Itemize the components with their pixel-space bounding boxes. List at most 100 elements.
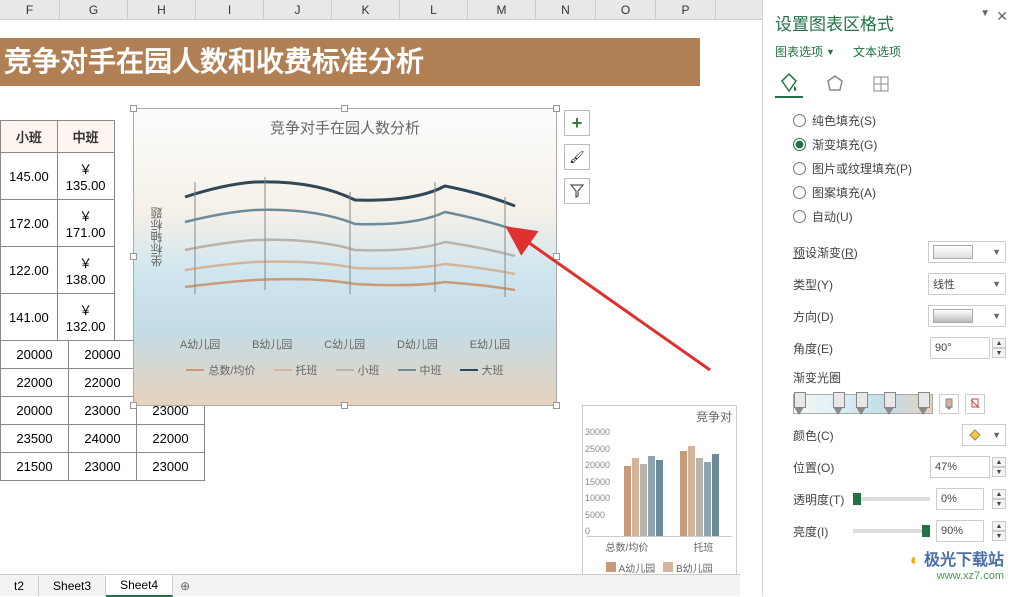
col-j[interactable]: J — [264, 0, 332, 19]
bright-down[interactable]: ▼ — [992, 531, 1006, 541]
cell[interactable]: 23000 — [69, 397, 137, 425]
gradient-stop[interactable] — [856, 392, 866, 418]
sheet-tab[interactable]: t2 — [0, 576, 39, 596]
cell[interactable]: 20000 — [69, 341, 137, 369]
legend-item: 小班 — [336, 362, 380, 378]
sheet-tab-bar: t2 Sheet3 Sheet4 ⊕ — [0, 574, 740, 596]
angle-up[interactable]: ▲ — [992, 338, 1006, 348]
tab-chart-options[interactable]: 图表选项 ▼ — [775, 43, 835, 60]
radio-gradient-fill[interactable]: 渐变填充(G) — [793, 136, 1006, 153]
resize-handle[interactable] — [130, 105, 137, 112]
col-k[interactable]: K — [332, 0, 400, 19]
preset-gradient-combo[interactable]: ▼ — [928, 241, 1006, 263]
cell[interactable]: 145.00 — [1, 153, 58, 200]
fill-line-icon[interactable] — [775, 70, 803, 98]
color-picker[interactable]: ▼ — [962, 424, 1006, 446]
angle-input[interactable]: 90° — [930, 337, 990, 359]
pos-down[interactable]: ▼ — [992, 467, 1006, 477]
gradient-type-combo[interactable]: 线性▼ — [928, 273, 1006, 295]
cell[interactable]: 22000 — [1, 369, 69, 397]
cell[interactable]: 21500 — [1, 453, 69, 481]
col-o[interactable]: O — [596, 0, 656, 19]
cell[interactable]: ￥ 171.00 — [57, 200, 114, 247]
transparency-input[interactable]: 0% — [936, 488, 984, 510]
resize-handle[interactable] — [341, 402, 348, 409]
transparency-slider[interactable] — [853, 497, 930, 501]
resize-handle[interactable] — [553, 105, 560, 112]
chart-filter-button[interactable] — [564, 178, 590, 204]
gradient-stop[interactable] — [884, 392, 894, 418]
cell[interactable]: 24000 — [69, 425, 137, 453]
resize-handle[interactable] — [130, 253, 137, 260]
remove-stop-button[interactable] — [965, 394, 985, 414]
pos-up[interactable]: ▲ — [992, 457, 1006, 467]
brush-icon: 🖌 — [569, 150, 584, 164]
cell[interactable]: ￥ 132.00 — [57, 294, 114, 341]
paint-bucket-icon — [967, 428, 983, 442]
radio-pattern-fill[interactable]: 图案填充(A) — [793, 184, 1006, 201]
remove-stop-icon — [969, 398, 981, 410]
resize-handle[interactable] — [341, 105, 348, 112]
col-m[interactable]: M — [468, 0, 536, 19]
sheet-tab[interactable]: Sheet3 — [39, 576, 106, 596]
chart-title[interactable]: 竞争对手在园人数分析 — [134, 109, 556, 142]
chart-elements-button[interactable]: + — [564, 110, 590, 136]
y-axis-title[interactable]: 坐标轴标题 — [148, 207, 165, 267]
resize-handle[interactable] — [130, 402, 137, 409]
size-properties-icon[interactable] — [867, 70, 895, 98]
position-input[interactable]: 47% — [930, 456, 990, 478]
chart-legend[interactable]: 总数/均价 托班 小班 中班 大班 — [134, 362, 556, 378]
th-mid[interactable]: 中班 — [57, 121, 114, 153]
line-chart[interactable]: 竞争对手在园人数分析 坐标轴标题 A幼儿园 B幼儿园 C幼儿园 — [133, 108, 557, 406]
cell[interactable]: 22000 — [137, 425, 205, 453]
gradient-stops-bar[interactable] — [793, 394, 933, 414]
brightness-slider[interactable] — [853, 529, 930, 533]
angle-down[interactable]: ▼ — [992, 348, 1006, 358]
trans-down[interactable]: ▼ — [992, 499, 1006, 509]
resize-handle[interactable] — [553, 402, 560, 409]
radio-picture-fill[interactable]: 图片或纹理填充(P) — [793, 160, 1006, 177]
close-icon[interactable]: ✕ — [996, 8, 1008, 25]
resize-handle[interactable] — [553, 253, 560, 260]
th-small[interactable]: 小班 — [1, 121, 58, 153]
gradient-stop[interactable] — [794, 392, 804, 418]
trans-up[interactable]: ▲ — [992, 489, 1006, 499]
cell[interactable]: 20000 — [1, 341, 69, 369]
cell[interactable]: 122.00 — [1, 247, 58, 294]
bright-up[interactable]: ▲ — [992, 521, 1006, 531]
gradient-stop[interactable] — [918, 392, 928, 418]
panel-menu-icon[interactable]: ▼ — [980, 8, 990, 19]
chart-plot-area[interactable]: 坐标轴标题 — [154, 142, 536, 332]
cell[interactable]: 23000 — [137, 453, 205, 481]
col-h[interactable]: H — [128, 0, 196, 19]
col-n[interactable]: N — [536, 0, 596, 19]
cell[interactable]: ￥ 138.00 — [57, 247, 114, 294]
col-i[interactable]: I — [196, 0, 264, 19]
col-g[interactable]: G — [60, 0, 128, 19]
add-sheet-button[interactable]: ⊕ — [173, 579, 197, 593]
col-l[interactable]: L — [400, 0, 468, 19]
add-stop-button[interactable] — [939, 394, 959, 414]
effects-icon[interactable] — [821, 70, 849, 98]
radio-auto-fill[interactable]: 自动(U) — [793, 208, 1006, 225]
col-f[interactable]: F — [0, 0, 60, 19]
chart-styles-button[interactable]: 🖌 — [564, 144, 590, 170]
brightness-input[interactable]: 90% — [936, 520, 984, 542]
cell[interactable]: 23500 — [1, 425, 69, 453]
tab-text-options[interactable]: 文本选项 — [853, 43, 901, 60]
gradient-stop[interactable] — [833, 392, 843, 418]
cell[interactable]: 20000 — [1, 397, 69, 425]
gradient-direction-combo[interactable]: ▼ — [928, 305, 1006, 327]
cell[interactable]: 22000 — [69, 369, 137, 397]
col-p[interactable]: P — [656, 0, 716, 19]
x-cat: D幼儿园 — [397, 336, 438, 352]
mini-bar-chart[interactable]: 竞争对 300002500020000150001000050000 总数/均 — [582, 405, 737, 585]
sheet-tab-active[interactable]: Sheet4 — [106, 575, 173, 597]
spreadsheet-grid[interactable]: 竞争对手在园人数和收费标准分析 小班中班 145.00￥ 135.00 172.… — [0, 20, 740, 575]
cell[interactable]: ￥ 135.00 — [57, 153, 114, 200]
cell[interactable]: 172.00 — [1, 200, 58, 247]
cell[interactable]: 23000 — [69, 453, 137, 481]
cell[interactable]: 141.00 — [1, 294, 58, 341]
radio-solid-fill[interactable]: 纯色填充(S) — [793, 112, 1006, 129]
x-cat: B幼儿园 — [252, 336, 292, 352]
